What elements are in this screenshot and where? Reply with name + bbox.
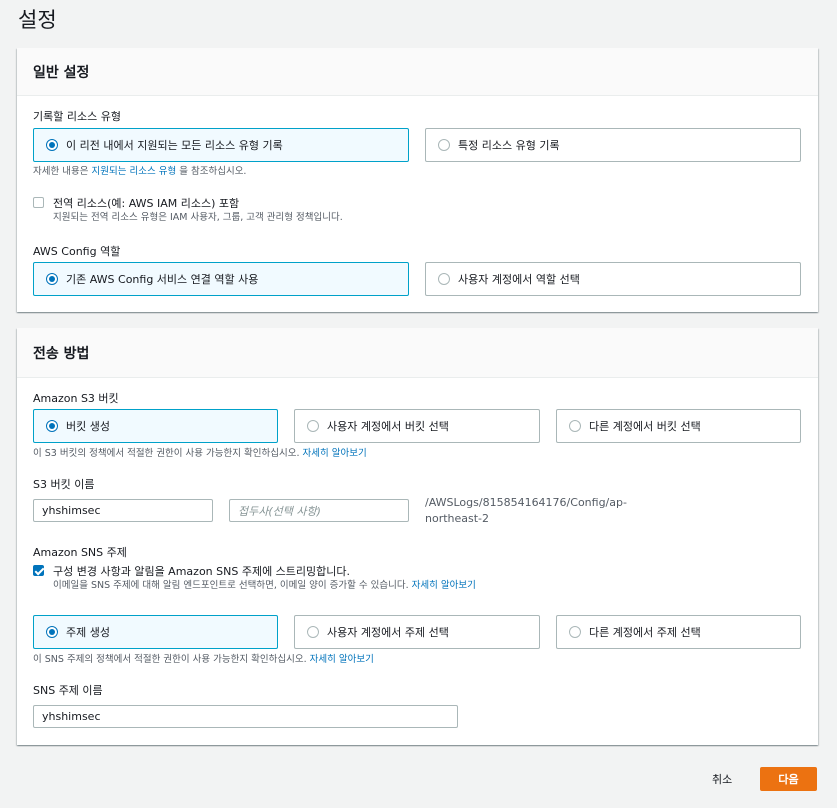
record-all-resources-label: 이 리전 내에서 지원되는 모든 리소스 유형 기록 bbox=[66, 139, 283, 152]
sns-topic-learn-more-link[interactable]: 자세히 알아보기 bbox=[310, 654, 374, 665]
general-settings-header: 일반 설정 bbox=[17, 48, 818, 96]
radio-selected-icon bbox=[46, 626, 58, 638]
use-existing-role-label: 기존 AWS Config 서비스 연결 역할 사용 bbox=[66, 273, 259, 286]
resource-type-help-suffix: 을 참조하십시오. bbox=[179, 166, 247, 177]
radio-unselected-icon bbox=[307, 626, 319, 638]
s3-permission-help-text: 이 S3 버킷의 정책에서 적절한 권한이 사용 가능한지 확인하십시오. bbox=[33, 448, 300, 459]
radio-unselected-icon bbox=[438, 139, 450, 151]
stream-to-sns-desc: 이메일을 SNS 주제에 대해 알림 엔드포인트로 선택하면, 이메일 양이 증… bbox=[53, 577, 476, 591]
stream-to-sns-checkbox[interactable] bbox=[33, 565, 44, 576]
s3-bucket-label: Amazon S3 버킷 bbox=[33, 392, 119, 405]
create-topic-label: 주제 생성 bbox=[66, 626, 110, 639]
sns-permission-help-text: 이 SNS 주제의 정책에서 적절한 권한이 사용 가능한지 확인하십시오. bbox=[33, 654, 307, 665]
create-bucket-option[interactable]: 버킷 생성 bbox=[33, 409, 278, 443]
choose-role-label: 사용자 계정에서 역할 선택 bbox=[458, 273, 580, 286]
radio-selected-icon bbox=[46, 273, 58, 285]
delivery-method-panel: 전송 방법 Amazon S3 버킷 버킷 생성 사용자 계정에서 버킷 선택 … bbox=[17, 328, 818, 745]
aws-config-role-label: AWS Config 역할 bbox=[33, 245, 121, 258]
resource-type-label: 기록할 리소스 유형 bbox=[33, 110, 121, 123]
record-specific-resources-option[interactable]: 특정 리소스 유형 기록 bbox=[425, 128, 801, 162]
radio-selected-icon bbox=[46, 139, 58, 151]
use-existing-role-option[interactable]: 기존 AWS Config 서비스 연결 역할 사용 bbox=[33, 262, 409, 296]
include-global-resources-desc: 지원되는 전역 리소스 유형은 IAM 사용자, 그룹, 고객 관리형 정책입니… bbox=[53, 212, 343, 223]
choose-other-topic-label: 다른 계정에서 주제 선택 bbox=[589, 626, 701, 639]
s3-learn-more-link[interactable]: 자세히 알아보기 bbox=[303, 448, 367, 459]
choose-role-option[interactable]: 사용자 계정에서 역할 선택 bbox=[425, 262, 801, 296]
choose-other-topic-option[interactable]: 다른 계정에서 주제 선택 bbox=[556, 615, 801, 649]
s3-permission-help: 이 S3 버킷의 정책에서 적절한 권한이 사용 가능한지 확인하십시오. 자세… bbox=[33, 445, 367, 459]
radio-unselected-icon bbox=[438, 273, 450, 285]
sns-topic-name-label: SNS 주제 이름 bbox=[33, 684, 103, 697]
radio-unselected-icon bbox=[569, 626, 581, 638]
stream-to-sns-desc-text: 이메일을 SNS 주제에 대해 알림 엔드포인트로 선택하면, 이메일 양이 증… bbox=[53, 580, 409, 591]
supported-resource-types-link[interactable]: 지원되는 리소스 유형 bbox=[92, 166, 177, 177]
choose-other-bucket-label: 다른 계정에서 버킷 선택 bbox=[589, 420, 701, 433]
sns-permission-help: 이 SNS 주제의 정책에서 적절한 권한이 사용 가능한지 확인하십시오. 자… bbox=[33, 651, 374, 665]
next-button[interactable]: 다음 bbox=[760, 767, 817, 791]
sns-topic-name-input[interactable]: yhshimsec bbox=[33, 705, 458, 728]
s3-bucket-name-label: S3 버킷 이름 bbox=[33, 478, 95, 491]
sns-topic-section-label: Amazon SNS 주제 bbox=[33, 546, 127, 559]
sns-learn-more-link[interactable]: 자세히 알아보기 bbox=[412, 580, 476, 591]
include-global-resources-checkbox[interactable] bbox=[33, 197, 44, 208]
general-settings-panel: 일반 설정 기록할 리소스 유형 이 리전 내에서 지원되는 모든 리소스 유형… bbox=[17, 48, 818, 312]
page-title: 설정 bbox=[18, 8, 57, 32]
choose-own-topic-option[interactable]: 사용자 계정에서 주제 선택 bbox=[294, 615, 540, 649]
create-topic-option[interactable]: 주제 생성 bbox=[33, 615, 278, 649]
delivery-method-header: 전송 방법 bbox=[17, 328, 818, 378]
choose-own-topic-label: 사용자 계정에서 주제 선택 bbox=[327, 626, 449, 639]
resource-type-help: 자세한 내용은 지원되는 리소스 유형 을 참조하십시오. bbox=[33, 163, 246, 177]
cancel-button[interactable]: 취소 bbox=[712, 771, 732, 787]
record-specific-resources-label: 특정 리소스 유형 기록 bbox=[458, 139, 560, 152]
prefix-input[interactable]: 접두사(선택 사항) bbox=[229, 499, 409, 522]
choose-other-bucket-option[interactable]: 다른 계정에서 버킷 선택 bbox=[556, 409, 801, 443]
resource-type-help-prefix: 자세한 내용은 bbox=[33, 166, 89, 177]
choose-own-bucket-label: 사용자 계정에서 버킷 선택 bbox=[327, 420, 449, 433]
record-all-resources-option[interactable]: 이 리전 내에서 지원되는 모든 리소스 유형 기록 bbox=[33, 128, 409, 162]
radio-selected-icon bbox=[46, 420, 58, 432]
s3-path-text: /AWSLogs/815854164176/Config/ap-northeas… bbox=[425, 496, 627, 525]
create-bucket-label: 버킷 생성 bbox=[66, 420, 110, 433]
radio-unselected-icon bbox=[307, 420, 319, 432]
radio-unselected-icon bbox=[569, 420, 581, 432]
choose-own-bucket-option[interactable]: 사용자 계정에서 버킷 선택 bbox=[294, 409, 540, 443]
s3-bucket-name-input[interactable]: yhshimsec bbox=[33, 499, 213, 522]
